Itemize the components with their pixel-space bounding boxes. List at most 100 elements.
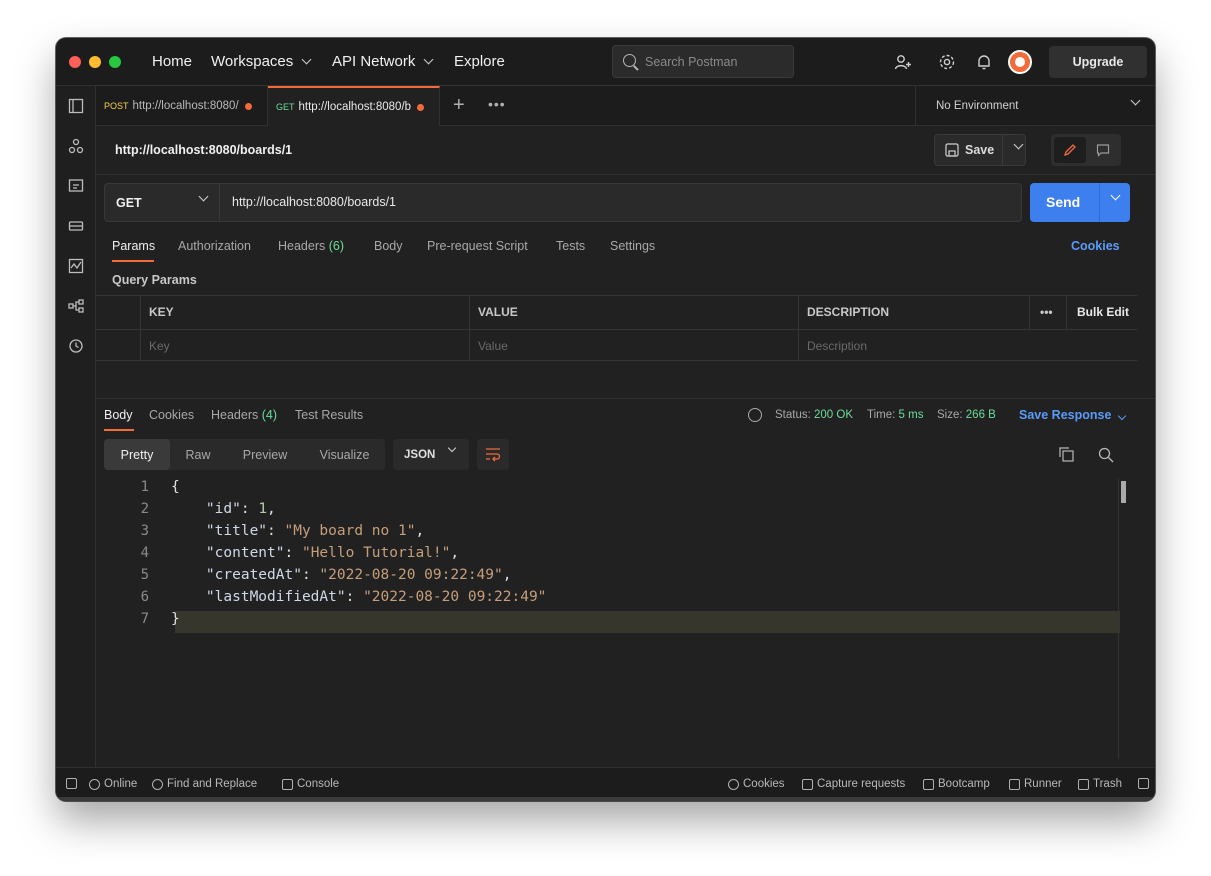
- avatar[interactable]: [1008, 50, 1032, 74]
- wrap-lines-button[interactable]: [477, 439, 509, 470]
- bootcamp-button[interactable]: Bootcamp: [923, 778, 990, 790]
- line-number: 6: [140, 589, 149, 605]
- more-options-icon[interactable]: •••: [1040, 305, 1053, 319]
- tab-headers[interactable]: Headers (6): [278, 239, 344, 253]
- chevron-down-icon[interactable]: [1110, 190, 1121, 201]
- monitors-icon[interactable]: [68, 258, 84, 274]
- tab-authorization[interactable]: Authorization: [178, 239, 251, 253]
- json-comma: ,: [267, 501, 276, 517]
- console-button[interactable]: Console: [282, 778, 339, 790]
- close-window-button[interactable]: [69, 56, 81, 68]
- environments-icon[interactable]: [68, 178, 84, 194]
- find-replace-button[interactable]: Find and Replace: [152, 778, 257, 790]
- invite-user-icon[interactable]: [894, 53, 912, 71]
- editor-scrollbar[interactable]: [1121, 481, 1126, 503]
- capture-requests-button[interactable]: Capture requests: [802, 778, 905, 790]
- description-input[interactable]: Description: [807, 339, 867, 353]
- comment-icon[interactable]: [1096, 143, 1110, 157]
- url-input[interactable]: http://localhost:8080/boards/1: [232, 195, 396, 209]
- trash-button[interactable]: Trash: [1078, 778, 1122, 790]
- flows-icon[interactable]: [68, 298, 84, 314]
- trash-icon: [1078, 778, 1089, 790]
- two-pane-icon: [1138, 778, 1149, 789]
- format-select[interactable]: JSON: [393, 439, 469, 470]
- tab-params[interactable]: Params: [112, 239, 155, 253]
- globe-icon[interactable]: [748, 408, 762, 422]
- edit-mode-button[interactable]: [1054, 137, 1086, 163]
- request-title[interactable]: http://localhost:8080/boards/1: [115, 143, 292, 157]
- send-button[interactable]: Send: [1030, 183, 1130, 222]
- json-value: "My board no 1": [284, 523, 416, 539]
- history-icon[interactable]: [68, 338, 84, 354]
- value-input[interactable]: Value: [478, 339, 508, 353]
- search-input[interactable]: Search Postman: [612, 45, 794, 78]
- response-tab-cookies[interactable]: Cookies: [149, 408, 194, 422]
- response-divider[interactable]: [96, 398, 1155, 399]
- copy-icon[interactable]: [1059, 447, 1074, 462]
- code-line: 5 "createdAt": "2022-08-20 09:22:49",: [96, 567, 1121, 589]
- upgrade-button[interactable]: Upgrade: [1049, 46, 1147, 78]
- mock-servers-icon[interactable]: [68, 218, 84, 234]
- column-divider: [1029, 296, 1030, 329]
- column-divider: [469, 296, 470, 361]
- console-icon: [282, 778, 293, 790]
- key-input[interactable]: Key: [149, 339, 170, 353]
- environment-select[interactable]: No Environment: [915, 86, 1155, 126]
- response-tab-body[interactable]: Body: [104, 408, 133, 422]
- save-response-button[interactable]: Save Response: [1019, 408, 1127, 422]
- chevron-down-icon[interactable]: [1013, 139, 1024, 150]
- time-value: 5 ms: [898, 409, 924, 421]
- json-value: "2022-08-20 09:22:49": [363, 589, 547, 605]
- tab-settings[interactable]: Settings: [610, 239, 655, 253]
- online-status[interactable]: Online: [89, 778, 137, 790]
- runner-label: Runner: [1024, 778, 1062, 790]
- save-label: Save: [965, 143, 995, 157]
- bulk-edit-button[interactable]: Bulk Edit: [1077, 305, 1129, 319]
- nav-api-network[interactable]: API Network: [332, 53, 434, 70]
- more-tabs-icon[interactable]: •••: [488, 96, 506, 112]
- zoom-window-button[interactable]: [109, 56, 121, 68]
- chevron-down-icon: [198, 191, 209, 202]
- nav-home[interactable]: Home: [152, 53, 192, 70]
- nav-workspaces[interactable]: Workspaces: [211, 53, 312, 70]
- tab-prerequest-script[interactable]: Pre-request Script: [427, 239, 528, 253]
- tab-tests[interactable]: Tests: [556, 239, 585, 253]
- column-divider: [140, 296, 141, 361]
- runner-icon: [1009, 778, 1020, 790]
- response-tab-headers[interactable]: Headers (4): [211, 408, 277, 422]
- method-select[interactable]: GET: [105, 184, 220, 221]
- footer-cookies-button[interactable]: Cookies: [728, 778, 785, 790]
- header-description: DESCRIPTION: [807, 305, 890, 319]
- save-button[interactable]: Save: [934, 134, 1026, 166]
- search-response-icon[interactable]: [1098, 447, 1114, 463]
- apis-icon[interactable]: [68, 138, 84, 154]
- cookies-link[interactable]: Cookies: [1071, 239, 1120, 253]
- tab-body[interactable]: Body: [374, 239, 403, 253]
- request-tab-post[interactable]: POST http://localhost:8080/: [96, 86, 268, 126]
- header-value: VALUE: [478, 305, 518, 319]
- size-value: 266 B: [965, 409, 996, 421]
- bottom-scrollbar[interactable]: [56, 797, 1155, 801]
- toggle-sidebar-icon[interactable]: [66, 778, 77, 789]
- view-pretty[interactable]: Pretty: [104, 439, 170, 470]
- minimize-window-button[interactable]: [89, 56, 101, 68]
- code-line: 3 "title": "My board no 1",: [96, 523, 1121, 545]
- collections-icon[interactable]: [68, 98, 84, 114]
- view-raw[interactable]: Raw: [170, 439, 226, 470]
- request-tab-get[interactable]: GET http://localhost:8080/b: [268, 86, 440, 126]
- view-preview[interactable]: Preview: [226, 439, 304, 470]
- view-visualize[interactable]: Visualize: [304, 439, 385, 470]
- runner-button[interactable]: Runner: [1009, 778, 1062, 790]
- code-text: "content": "Hello Tutorial!",: [205, 545, 460, 561]
- response-tab-test-results[interactable]: Test Results: [295, 408, 363, 422]
- line-number: 5: [140, 567, 149, 583]
- trash-label: Trash: [1093, 778, 1122, 790]
- code-line: 2 "id": 1,: [96, 501, 1121, 523]
- top-bar: Home Workspaces API Network Explore Sear…: [56, 38, 1155, 86]
- nav-explore[interactable]: Explore: [454, 53, 505, 70]
- response-body-editor[interactable]: 1 { 2 "id": 1, 3 "title": "My board no 1…: [96, 479, 1137, 764]
- bell-icon[interactable]: [975, 53, 993, 71]
- layout-toggle-icon[interactable]: [1138, 778, 1149, 789]
- gear-icon[interactable]: [938, 53, 956, 71]
- new-tab-plus-icon[interactable]: +: [453, 94, 465, 117]
